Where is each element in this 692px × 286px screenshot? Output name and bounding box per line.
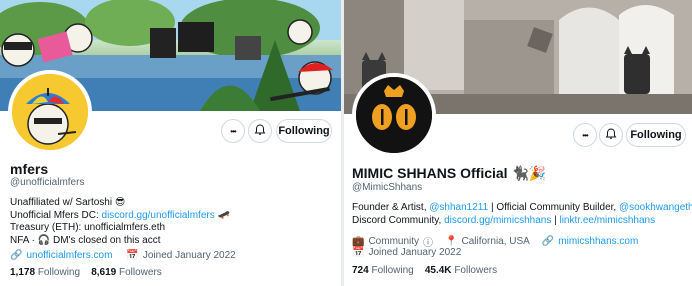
mention-link[interactable]: @shhan1211 <box>429 202 488 213</box>
notifications-button[interactable] <box>248 119 272 143</box>
location-icon: 📍 <box>445 236 458 247</box>
followers-label: Followers <box>454 265 498 276</box>
briefcase-icon: 💼 <box>352 236 365 247</box>
following-button[interactable]: Following <box>626 123 686 147</box>
following-count: 1,178 <box>10 267 36 278</box>
display-name: MIMIC SHHANS Official 🐈‍⬛🎉 <box>352 165 547 181</box>
calendar-icon: 📅 <box>352 247 365 258</box>
discord-link[interactable]: discord.gg/mimicshhans <box>444 215 551 226</box>
profile-meta: 🔗 unofficialmfers.com 📅 Joined January 2… <box>10 250 236 261</box>
linktree-link[interactable]: linktr.ee/mimicshhans <box>559 215 655 226</box>
avatar-image <box>356 77 432 153</box>
follow-stats: 1,178 Following 8,619 Followers <box>10 267 162 278</box>
bio-text: Founder & Artist, <box>352 202 430 213</box>
followers-count: 45.4K <box>424 265 452 276</box>
avatar-image <box>12 74 88 150</box>
followers-count: 8,619 <box>91 267 117 278</box>
following-stat[interactable]: 724 Following <box>352 265 414 276</box>
skateboard-emoji: 🛹 <box>214 209 230 221</box>
avatar[interactable] <box>352 73 436 157</box>
calendar-icon: 📅 <box>126 250 139 261</box>
following-stat[interactable]: 1,178 Following <box>10 267 80 278</box>
link-icon: 🔗 <box>541 236 555 247</box>
bell-plus-icon <box>605 127 617 143</box>
more-button[interactable]: ••• <box>221 119 245 143</box>
more-icon: ••• <box>582 130 588 140</box>
bio-text: Discord Community, <box>352 214 445 226</box>
bio-text: Unofficial Mfers DC: <box>10 209 102 221</box>
category: Community <box>368 236 420 247</box>
location: California, USA <box>461 236 530 247</box>
bio-line: NFA · 🎧 DM's closed on this acct <box>10 234 161 246</box>
following-label: Following <box>37 267 81 278</box>
bio-line: Founder & Artist, @shhan1211 | Official … <box>352 202 692 215</box>
following-count: 724 <box>352 265 369 276</box>
bio-line: Treasury (ETH): unofficialmfers.eth <box>10 222 166 233</box>
followers-label: Followers <box>119 267 162 278</box>
following-label: Following <box>371 265 414 276</box>
handle: @MimicShhans <box>352 182 423 193</box>
mention-link[interactable]: @sookhwangeth <box>619 202 692 213</box>
link-icon: 🔗 <box>10 250 23 261</box>
website-link[interactable]: mimicshhans.com <box>558 236 638 247</box>
bio-line: Unofficial Mfers DC: discord.gg/unoffici… <box>10 210 230 223</box>
more-button[interactable]: ••• <box>573 123 597 147</box>
joined-date: Joined January 2022 <box>142 250 236 261</box>
notifications-button[interactable] <box>599 123 623 147</box>
profile-meta: 📅 Joined January 2022 <box>352 247 461 258</box>
handle: @unofficialmfers <box>10 177 85 188</box>
more-icon: ••• <box>230 126 236 136</box>
website-link[interactable]: unofficialmfers.com <box>26 250 112 261</box>
followers-stat[interactable]: 8,619 Followers <box>91 267 162 278</box>
following-button[interactable]: Following <box>276 119 332 143</box>
joined-date: Joined January 2022 <box>368 247 462 258</box>
followers-stat[interactable]: 45.4K Followers <box>425 265 497 276</box>
bio-line: Unaffiliated w/ Sartoshi 😎 <box>10 197 126 208</box>
bio-line: Discord Community, discord.gg/mimicshhan… <box>352 215 655 228</box>
bell-plus-icon <box>254 123 266 139</box>
display-name: mfers <box>10 161 49 177</box>
profile-panel-mfers: ••• Following mfers @unofficialmfers Una… <box>0 0 341 286</box>
bio-text: | Official Community Builder, <box>488 202 619 213</box>
follow-stats: 724 Following 45.4K Followers <box>352 265 497 276</box>
avatar[interactable] <box>8 70 92 154</box>
profile-panel-mimic-shhans: ••• Following MIMIC SHHANS Official 🐈‍⬛🎉… <box>344 0 692 286</box>
discord-link[interactable]: discord.gg/unofficialmfers <box>102 210 215 221</box>
